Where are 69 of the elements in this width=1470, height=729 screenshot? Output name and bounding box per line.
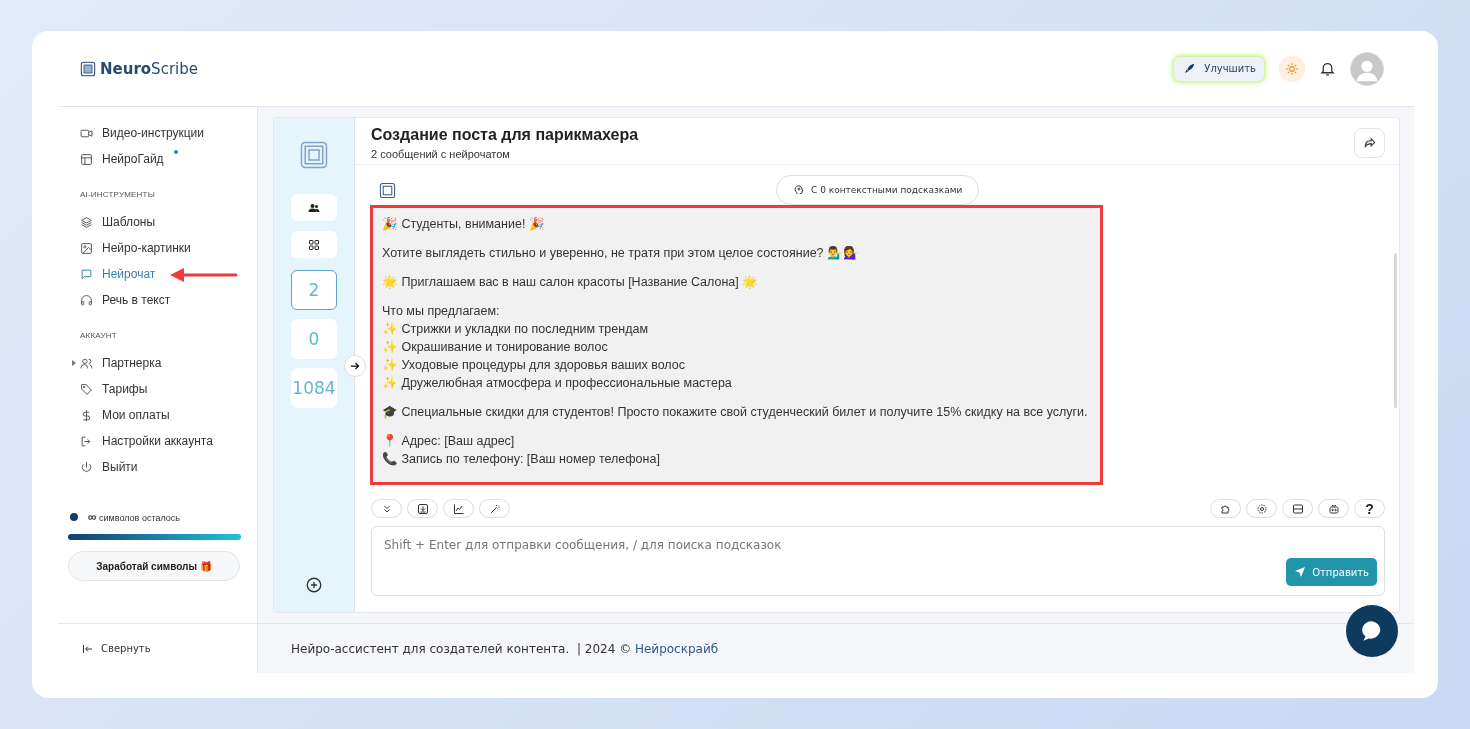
nav-item[interactable]: Партнерка [80, 350, 241, 376]
caret-icon[interactable] [72, 360, 76, 366]
message-paragraph: Хотите выглядеть стильно и уверенно, не тратя при этом целое состояние? 💁‍♂💁‍♀ [382, 245, 861, 262]
sun-icon [1285, 61, 1299, 76]
expand-button[interactable] [344, 355, 366, 377]
credits-label: ∞ символов осталось [88, 510, 180, 524]
grid-button[interactable] [291, 231, 337, 258]
message-paragraph: 📍 Адрес: [Ваш адрес] 📞 Запись по телефону: [Ваш номер телефона] [382, 433, 661, 468]
exit-icon [80, 434, 93, 448]
upgrade-button[interactable]: Улучшить [1173, 55, 1265, 82]
panel-icon [1291, 502, 1304, 515]
users-button[interactable] [291, 194, 337, 221]
users-icon [308, 201, 320, 214]
share-icon [1362, 136, 1377, 150]
chat-subtitle: 2 сообщений с нейрочатом [371, 148, 511, 160]
nav-item[interactable]: Настройки аккаунта [80, 428, 241, 454]
nav-item[interactable]: Видео-инструкции [80, 120, 241, 146]
toolbar-button[interactable] [1282, 499, 1313, 518]
share-button[interactable] [1354, 128, 1385, 158]
logo-icon [299, 140, 329, 170]
collapse-button[interactable]: Свернуть [76, 641, 157, 656]
robot-icon [1327, 502, 1340, 515]
message-paragraph: 🎓 Специальные скидки для студентов! Просто покажите свой студенческий билет и получите 15% скидку на все услуги. [382, 404, 1089, 421]
brand-name: NeuroScribe [100, 59, 198, 78]
layers-icon [80, 215, 93, 229]
layout-icon [80, 152, 93, 166]
logo-icon [80, 60, 96, 77]
nav-item[interactable]: Шаблоны [80, 209, 241, 235]
magic-wand-icon [488, 502, 501, 515]
chat-title: Создание поста для парикмахера [371, 126, 639, 144]
collapse-icon [82, 642, 94, 655]
add-icon[interactable] [305, 576, 323, 594]
message-paragraph: 🌟 Приглашаем вас в наш салон красоты [Название Салона] 🌟 [382, 274, 760, 291]
nav-item[interactable]: Мои оплаты [80, 402, 241, 428]
toolbar-button[interactable] [407, 499, 438, 518]
help-button[interactable]: ? [1354, 499, 1385, 518]
context-hints-chip[interactable]: С 0 контекстными подсказками [776, 175, 980, 205]
nav-item[interactable]: НейроГайд [80, 146, 241, 172]
nav-item[interactable]: Нейро-картинки [80, 235, 241, 261]
headphones-icon [80, 293, 93, 307]
bell-icon[interactable] [1319, 60, 1336, 77]
users-icon [80, 356, 93, 370]
section-heading: AI-ИНСТРУМЕНТЫ [80, 190, 156, 199]
message-paragraph: Что мы предлагаем: ✨ Стрижки и укладки по последним трендам ✨ Окрашивание и тонирование волос ✨ Уходовые процедуры для здоровья ваших волос ✨ Дружелюбная атмосфера и профессиональные мастера [382, 303, 733, 392]
footer-link[interactable]: Нейроскрайб [634, 641, 719, 656]
image-icon [80, 241, 93, 255]
chart-icon [452, 502, 465, 515]
bot-logo-icon [379, 181, 396, 199]
earn-credits-button[interactable]: Заработай символы 🎁 [68, 551, 240, 581]
message-paragraph: 🎉 Студенты, внимание! 🎉 [382, 216, 546, 233]
arrow-right-icon [349, 360, 361, 372]
theme-toggle[interactable] [1279, 55, 1305, 82]
annotation-arrow [168, 267, 238, 283]
footer-text: Нейро-ассистент для создателей контента. | 2024 © Нейроскрайб [291, 641, 719, 656]
send-icon [1294, 566, 1307, 578]
nav-item[interactable]: Речь в текст [80, 287, 241, 313]
section-heading: АККАУНТ [80, 331, 118, 340]
download-icon [416, 502, 429, 515]
grid-icon [308, 238, 320, 251]
settings-icon [1255, 502, 1268, 515]
chat-bubble-icon [80, 267, 93, 281]
power-icon [80, 460, 93, 474]
dollar-icon [80, 408, 93, 422]
nav-item[interactable]: Нейрочат [80, 261, 241, 287]
status-dot [70, 513, 78, 521]
toolbar-button[interactable] [443, 499, 474, 518]
tag-icon [80, 382, 93, 396]
nav-item[interactable]: Выйти [80, 454, 241, 480]
nav-item[interactable]: Тарифы [80, 376, 241, 402]
